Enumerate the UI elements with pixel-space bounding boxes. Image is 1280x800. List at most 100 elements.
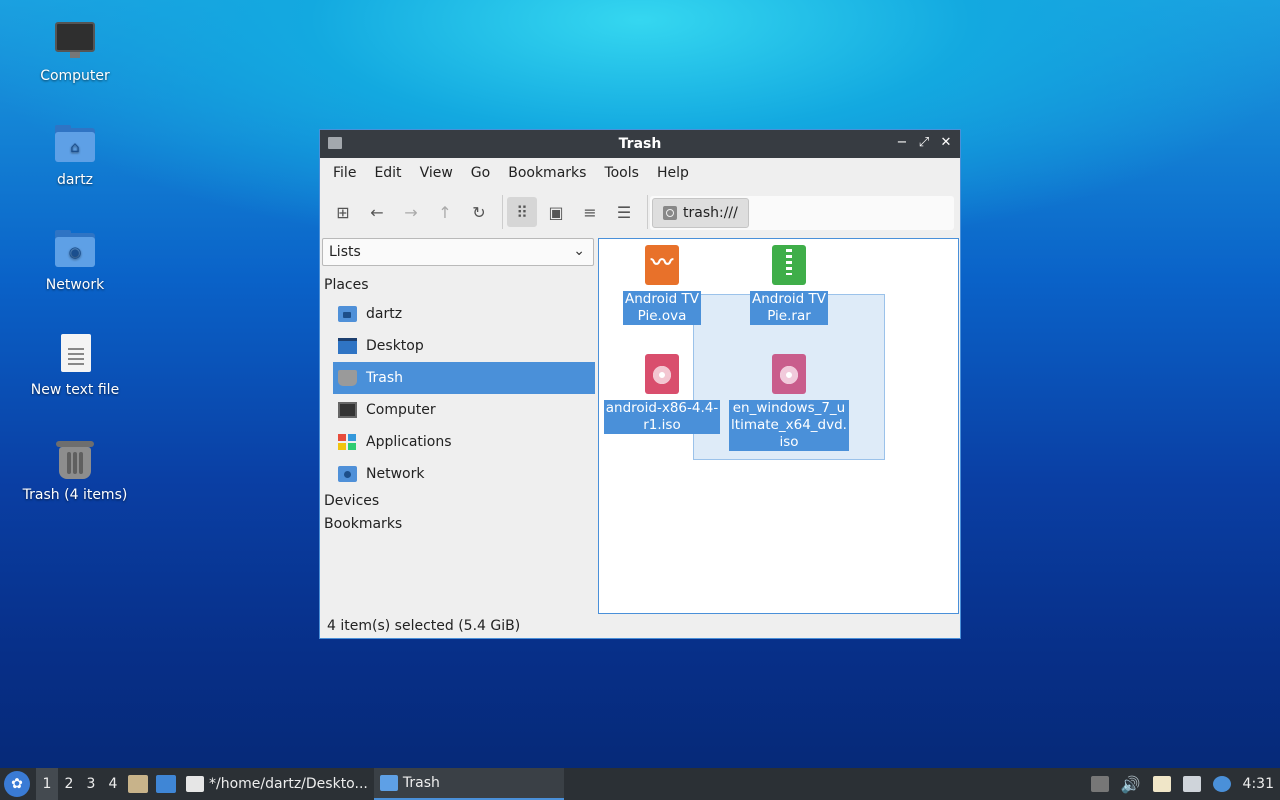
sidebar: Lists ⌄ Places dartz Desktop Trash Compu… (320, 237, 596, 615)
applications-icon (338, 434, 357, 450)
file-name: en_windows_7_u ltimate_x64_dvd. iso (729, 400, 849, 451)
desktop-icon-network[interactable]: ◉ Network (10, 227, 140, 293)
network-folder-icon: ◉ (53, 227, 97, 271)
sidebar-item-label: Network (366, 466, 425, 482)
network-icon (338, 466, 357, 482)
sidebar-item-desktop[interactable]: Desktop (333, 330, 595, 362)
sidebar-mode-dropdown[interactable]: Lists ⌄ (322, 238, 594, 266)
desktop-icon (338, 338, 357, 354)
desktop-icon-computer[interactable]: Computer (10, 18, 140, 84)
file-name: Android TV Pie.ova (623, 291, 701, 325)
path-crumb[interactable]: trash:/// (652, 198, 749, 228)
text-editor-icon (186, 776, 204, 792)
sidebar-item-dartz[interactable]: dartz (333, 298, 595, 330)
toolbar-separator (647, 195, 648, 229)
file-item[interactable]: Android TVPie.ova (602, 245, 722, 325)
sidebar-item-label: dartz (366, 306, 403, 322)
sidebar-mode-value: Lists (329, 244, 361, 260)
trash-drive-icon (663, 206, 677, 220)
clock[interactable]: 4:31 (1243, 776, 1274, 792)
reload-icon[interactable]: ↻ (464, 197, 494, 227)
eject-icon[interactable] (1090, 776, 1109, 792)
sidebar-item-network[interactable]: Network (333, 458, 595, 490)
text-file-icon (53, 332, 97, 376)
system-tray: 🔊 4:31 (1090, 768, 1274, 800)
menu-bar: File Edit View Go Bookmarks Tools Help (320, 158, 960, 188)
up-icon[interactable]: ↑ (430, 197, 460, 227)
file-name: Android TV Pie.rar (750, 291, 828, 325)
desktop-icon-label: New text file (30, 382, 120, 398)
close-button[interactable]: ✕ (938, 134, 954, 152)
clipboard-icon[interactable] (1152, 776, 1171, 792)
folder-icon (379, 775, 398, 791)
section-devices[interactable]: Devices (324, 493, 379, 509)
notification-icon[interactable] (1212, 776, 1231, 792)
menu-edit[interactable]: Edit (365, 165, 410, 181)
desktop-icon-label: Computer (40, 68, 110, 84)
file-name: android-x86-4.4- r1.iso (603, 400, 721, 434)
title-bar[interactable]: Trash − ⤢ ✕ (320, 130, 960, 158)
section-places[interactable]: Places (324, 277, 369, 293)
workspace-2[interactable]: 2 (58, 768, 80, 800)
icon-view-icon[interactable]: ⠿ (507, 197, 537, 227)
desktop-icon-new-text-file[interactable]: New text file (10, 332, 140, 398)
window-title: Trash (618, 136, 662, 152)
sidebar-item-trash[interactable]: Trash (333, 362, 595, 394)
path-text: trash:/// (683, 205, 738, 221)
file-item[interactable]: en_windows_7_u ltimate_x64_dvd. iso (729, 354, 849, 451)
computer-icon (53, 18, 97, 62)
maximize-button[interactable]: ⤢ (916, 134, 932, 152)
desktop-icon-label: dartz (56, 172, 94, 188)
archive-icon (772, 245, 806, 285)
show-desktop-icon[interactable] (156, 775, 176, 793)
minimize-button[interactable]: − (894, 134, 910, 152)
thumbnail-view-icon[interactable]: ▣ (541, 197, 571, 227)
detailed-list-icon[interactable]: ☰ (609, 197, 639, 227)
file-manager-window: Trash − ⤢ ✕ File Edit View Go Bookmarks … (319, 129, 961, 639)
file-item[interactable]: Android TV Pie.rar (729, 245, 849, 325)
menu-help[interactable]: Help (648, 165, 698, 181)
network-status-icon[interactable] (1182, 776, 1201, 792)
file-view[interactable]: Android TVPie.ova Android TVPie.rar andr… (598, 238, 959, 614)
menu-view[interactable]: View (411, 165, 462, 181)
workspace-4[interactable]: 4 (102, 768, 124, 800)
volume-icon[interactable]: 🔊 (1121, 775, 1141, 794)
menu-tools[interactable]: Tools (595, 165, 648, 181)
path-bar[interactable]: trash:/// (650, 196, 954, 230)
status-bar: 4 item(s) selected (5.4 GiB) (320, 614, 960, 638)
disc-image-icon (772, 354, 806, 394)
desktop-icon-trash[interactable]: Trash (4 items) (10, 437, 140, 503)
back-icon[interactable]: ← (362, 197, 392, 227)
workspace-1[interactable]: 1 (36, 768, 58, 800)
taskbar: ✿ 1 2 3 4 */home/dartz/Deskto... Trash 🔊… (0, 768, 1280, 800)
workspace-3[interactable]: 3 (80, 768, 102, 800)
menu-bookmarks[interactable]: Bookmarks (499, 165, 595, 181)
computer-icon (338, 402, 357, 418)
task-label: */home/dartz/Deskto... (209, 776, 368, 792)
chevron-down-icon: ⌄ (573, 243, 585, 259)
sidebar-item-applications[interactable]: Applications (333, 426, 595, 458)
sidebar-item-computer[interactable]: Computer (333, 394, 595, 426)
trash-icon (53, 437, 97, 481)
new-tab-icon[interactable]: ⊞ (328, 197, 358, 227)
toolbar: ⊞ ← → ↑ ↻ ⠿ ▣ ≡ ☰ trash:/// (320, 188, 960, 236)
menu-file[interactable]: File (324, 165, 365, 181)
sidebar-item-label: Computer (366, 402, 436, 418)
file-item[interactable]: android-x86-4.4- r1.iso (602, 354, 722, 434)
toolbar-separator (502, 195, 503, 229)
home-folder-icon (338, 306, 357, 322)
file-manager-launcher-icon[interactable] (128, 775, 148, 793)
sidebar-item-label: Trash (366, 370, 403, 386)
compact-view-icon[interactable]: ≡ (575, 197, 605, 227)
desktop-icon-label: Trash (4 items) (22, 487, 128, 503)
status-text: 4 item(s) selected (5.4 GiB) (327, 618, 521, 634)
task-trash[interactable]: Trash (373, 768, 564, 800)
desktop-icon-dartz[interactable]: ⌂ dartz (10, 122, 140, 188)
start-menu-button[interactable]: ✿ (4, 771, 30, 797)
task-text-editor[interactable]: */home/dartz/Deskto... (180, 768, 374, 800)
forward-icon[interactable]: → (396, 197, 426, 227)
home-folder-icon: ⌂ (53, 122, 97, 166)
ova-file-icon (645, 245, 679, 285)
menu-go[interactable]: Go (462, 165, 499, 181)
section-bookmarks[interactable]: Bookmarks (324, 516, 402, 532)
